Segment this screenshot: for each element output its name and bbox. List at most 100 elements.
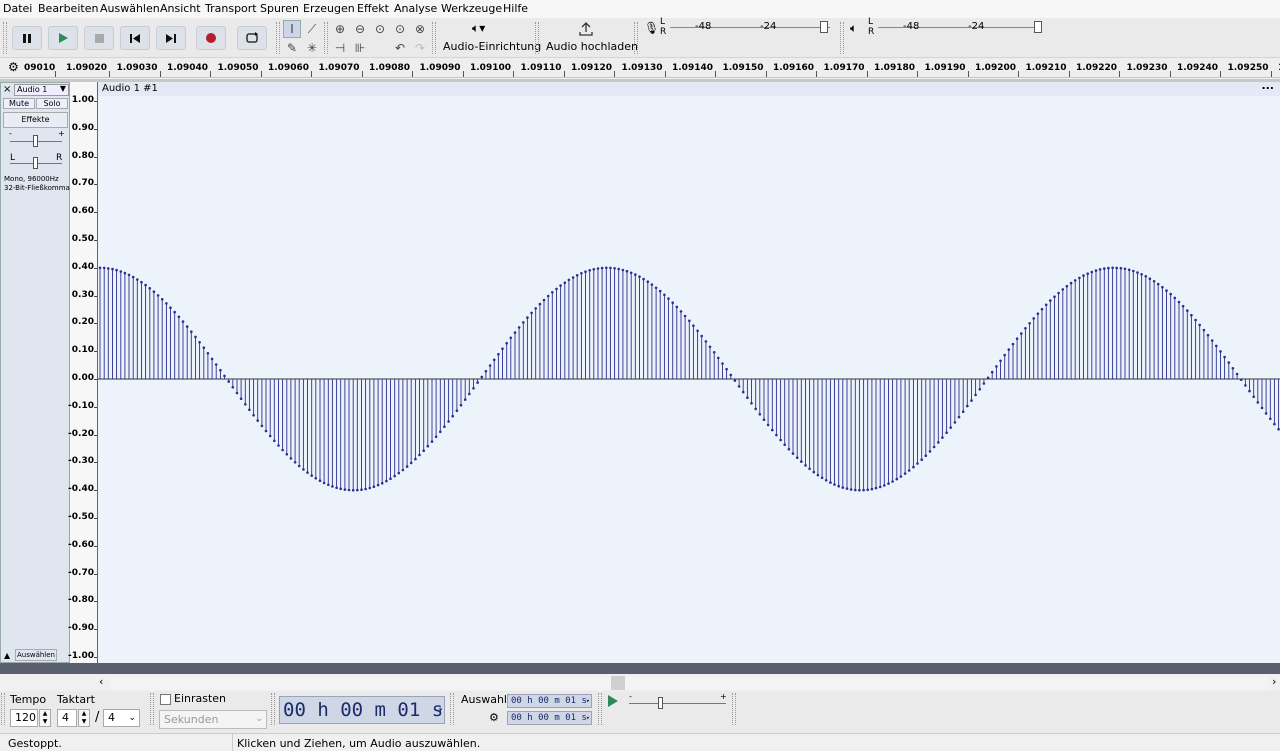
stop-icon (95, 34, 104, 43)
snap-unit-select[interactable]: Sekunden ⌄ (159, 710, 267, 729)
fit-selection-button[interactable]: ⊙ (371, 20, 389, 38)
play-button[interactable] (48, 26, 78, 50)
record-meter[interactable]: 🎙︎ L R -48 -24 (640, 17, 835, 40)
envelope-tool[interactable]: ⟋ (303, 20, 321, 38)
record-button[interactable] (196, 26, 226, 50)
time-sig-denominator[interactable]: 4 ⌄ (103, 709, 140, 727)
selection-start-field[interactable]: 00 h 00 m 01 s ▾ (507, 694, 592, 708)
loop-button[interactable] (237, 26, 267, 50)
menu-hilfe[interactable]: Hilfe (503, 2, 528, 15)
ruler-tick-label: 1.09200 (975, 63, 1016, 73)
redo-button[interactable]: ↷ (411, 39, 429, 57)
menu-effekt[interactable]: Effekt (357, 2, 389, 15)
stop-button[interactable] (84, 26, 114, 50)
multi-tool[interactable]: ✳ (303, 39, 321, 57)
zoom-in-button[interactable]: ⊕ (331, 20, 349, 38)
toolbar-grip[interactable] (1, 693, 5, 725)
selection-settings-icon[interactable]: ⚙︎ (489, 711, 499, 724)
track-close-button[interactable]: × (3, 85, 13, 96)
toolbar-grip[interactable] (535, 22, 539, 54)
trim-button[interactable]: ⊣ (331, 39, 349, 57)
undo-button[interactable]: ↶ (391, 39, 409, 57)
collapse-icon[interactable]: ▲ (4, 651, 10, 660)
amplitude-label: -1.00 (68, 651, 94, 661)
share-audio-button[interactable]: Audio hochladen (543, 20, 638, 56)
menu-werkzeuge[interactable]: Werkzeuge (441, 2, 502, 15)
fit-project-button[interactable]: ⊙ (391, 20, 409, 38)
skip-end-button[interactable] (156, 26, 186, 50)
waveform-area[interactable]: Audio 1 #1 ... (98, 79, 1280, 663)
menu-ansicht[interactable]: Ansicht (160, 2, 201, 15)
menu-spuren[interactable]: Spuren (260, 2, 299, 15)
timeline-ruler[interactable]: ⚙︎ 09010 1.09020 1.09030 1.09040 1.09050 1.09… (0, 58, 1280, 78)
amplitude-tick (94, 490, 97, 492)
toolbar-grip[interactable] (3, 22, 7, 54)
timeline-settings-icon[interactable]: ⚙︎ (8, 60, 19, 74)
toolbar-grip[interactable] (432, 22, 436, 54)
selection-end-field[interactable]: 00 h 00 m 01 s ▾ (507, 711, 592, 725)
sample-point (397, 471, 401, 475)
playback-meter[interactable]: 🔈︎ L R -48 -24 (846, 17, 1046, 40)
draw-tool[interactable]: ✎ (283, 39, 301, 57)
toolbar-grip[interactable] (271, 693, 275, 725)
loop-icon (246, 32, 258, 43)
menu-transport[interactable]: Transport (205, 2, 257, 15)
mute-button[interactable]: Mute (3, 98, 35, 109)
time-sig-stepper[interactable]: ▲ ▼ (78, 709, 90, 727)
solo-button[interactable]: Solo (36, 98, 68, 109)
pause-button[interactable] (12, 26, 42, 50)
toolbar-grip[interactable] (840, 22, 844, 54)
tempo-stepper[interactable]: ▲ ▼ (39, 709, 51, 727)
scroll-thumb[interactable] (611, 676, 625, 690)
selection-tool[interactable]: I (283, 20, 301, 38)
sample-point (808, 467, 811, 471)
sample-point (102, 266, 106, 270)
time-sig-numerator[interactable]: 4 (57, 709, 77, 727)
toolbar-grip[interactable] (634, 22, 638, 54)
toolbar-grip[interactable] (598, 693, 602, 725)
tempo-field[interactable]: 120 (10, 709, 38, 727)
ruler-tick-label: 1.09050 (217, 63, 259, 73)
sample-point (393, 474, 397, 478)
sample-point (522, 321, 525, 324)
toolbar-grip[interactable] (324, 22, 328, 54)
sample-point (418, 453, 421, 457)
menu-auswaehlen[interactable]: Auswählen (100, 2, 160, 15)
speed-slider-thumb[interactable] (658, 697, 663, 709)
sample-point (1231, 367, 1235, 370)
zoom-toggle-button[interactable]: ⊗ (411, 20, 429, 38)
menu-erzeugen[interactable]: Erzeugen (303, 2, 355, 15)
pan-slider-thumb[interactable] (33, 157, 38, 169)
toolbar-grip[interactable] (276, 22, 280, 54)
menu-datei[interactable]: Datei (3, 2, 32, 15)
scroll-track[interactable] (110, 676, 1268, 690)
sample-point (916, 462, 919, 465)
meter-tick: -24 (760, 21, 777, 32)
track-name-menu[interactable]: Audio 1 ▼ (14, 84, 69, 96)
skip-start-button[interactable] (120, 26, 150, 50)
menu-analyse[interactable]: Analyse (394, 2, 437, 15)
scroll-right-icon[interactable]: › (1272, 675, 1276, 688)
toolbar-grip[interactable] (150, 693, 154, 725)
snap-checkbox[interactable] (160, 694, 171, 705)
gain-slider-thumb[interactable] (33, 135, 38, 147)
audio-setup-button[interactable]: 🔈︎▾ Audio-Einrichtung (440, 20, 541, 56)
zoom-out-button[interactable]: ⊖ (351, 20, 369, 38)
menu-bearbeiten[interactable]: Bearbeiten (38, 2, 98, 15)
track-select-button[interactable]: Auswählen (15, 649, 57, 661)
scroll-left-icon[interactable]: ‹ (99, 675, 103, 688)
effects-button[interactable]: Effekte (3, 112, 68, 128)
snap-label[interactable]: Einrasten (174, 692, 226, 705)
main-time-display[interactable]: 00 h 00 m 01 s ▾ (279, 696, 445, 724)
toolbar-grip[interactable] (450, 693, 454, 725)
toolbar-grip[interactable] (732, 693, 736, 725)
amplitude-scale[interactable]: 1.00 0.90 0.80 0.70 0.60 0.50 0.40 0.30 0.20 0.10… (68, 82, 98, 663)
silence-button[interactable]: ⊪ (351, 39, 369, 57)
snap-unit-value: Sekunden (164, 713, 219, 726)
play-at-speed-button[interactable] (606, 694, 624, 712)
amplitude-label: -0.20 (68, 428, 94, 439)
sample-point (542, 298, 546, 302)
sample-point (455, 409, 459, 413)
sample-point (775, 433, 778, 437)
ruler-tick-label: 1.09030 (116, 63, 158, 73)
